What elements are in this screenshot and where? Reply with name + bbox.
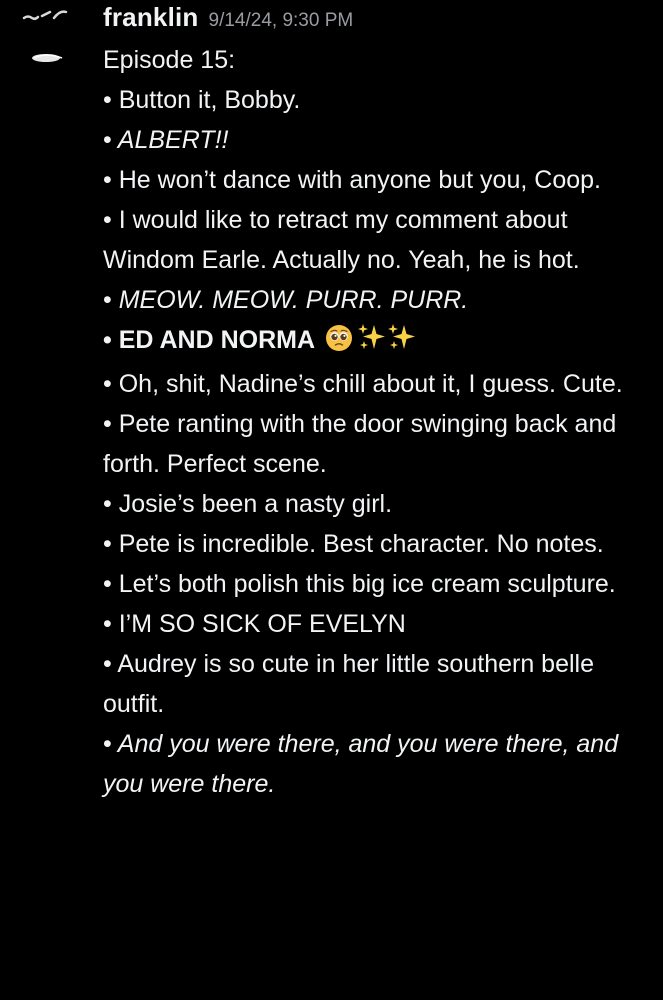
bullet: • xyxy=(103,490,112,518)
list-item: • MEOW. MEOW. PURR. PURR. xyxy=(103,286,469,314)
list-item: • He won’t dance with anyone but you, Co… xyxy=(103,166,601,194)
list-item: • Oh, shit, Nadine’s chill about it, I g… xyxy=(103,370,623,398)
message-header: franklin 9/14/24, 9:30 PM xyxy=(103,2,353,36)
bullet: • xyxy=(103,650,112,678)
avatar[interactable] xyxy=(14,6,84,76)
bullet: • xyxy=(103,610,112,638)
sparkles-icon xyxy=(387,322,417,364)
bullet: • xyxy=(103,730,112,758)
bullet: • xyxy=(103,570,112,598)
list-item: • Let’s both polish this big ice cream s… xyxy=(103,570,616,598)
list-item: • Audrey is so cute in her little southe… xyxy=(103,650,594,718)
list-item: • I would like to retract my comment abo… xyxy=(103,206,580,274)
bullet: • xyxy=(103,326,112,354)
list-item: • ALBERT!! xyxy=(103,126,229,154)
list-item: • Josie’s been a nasty girl. xyxy=(103,490,393,518)
timestamp[interactable]: 9/14/24, 9:30 PM xyxy=(209,10,354,32)
list-item: • Pete is incredible. Best character. No… xyxy=(103,530,604,558)
message-heading: Episode 15: xyxy=(103,46,236,74)
pleading-face-icon xyxy=(325,324,353,364)
sparkles-icon xyxy=(357,322,387,364)
list-item: • Button it, Bobby. xyxy=(103,86,301,114)
bullet: • xyxy=(103,286,112,314)
bullet: • xyxy=(103,126,112,154)
bullet: • xyxy=(103,206,112,234)
list-item: • ED AND NORMA xyxy=(103,320,655,364)
bullet: • xyxy=(103,410,112,438)
list-item: • And you were there, and you were there… xyxy=(103,730,619,798)
list-item: • I’M SO SICK OF EVELYN xyxy=(103,610,406,638)
bullet: • xyxy=(103,166,112,194)
bullet: • xyxy=(103,530,112,558)
message-content: Episode 15: • Button it, Bobby. • ALBERT… xyxy=(103,40,655,804)
list-item: • Pete ranting with the door swinging ba… xyxy=(103,410,617,478)
bullet: • xyxy=(103,86,112,114)
username[interactable]: franklin xyxy=(103,2,199,33)
bullet: • xyxy=(103,370,112,398)
